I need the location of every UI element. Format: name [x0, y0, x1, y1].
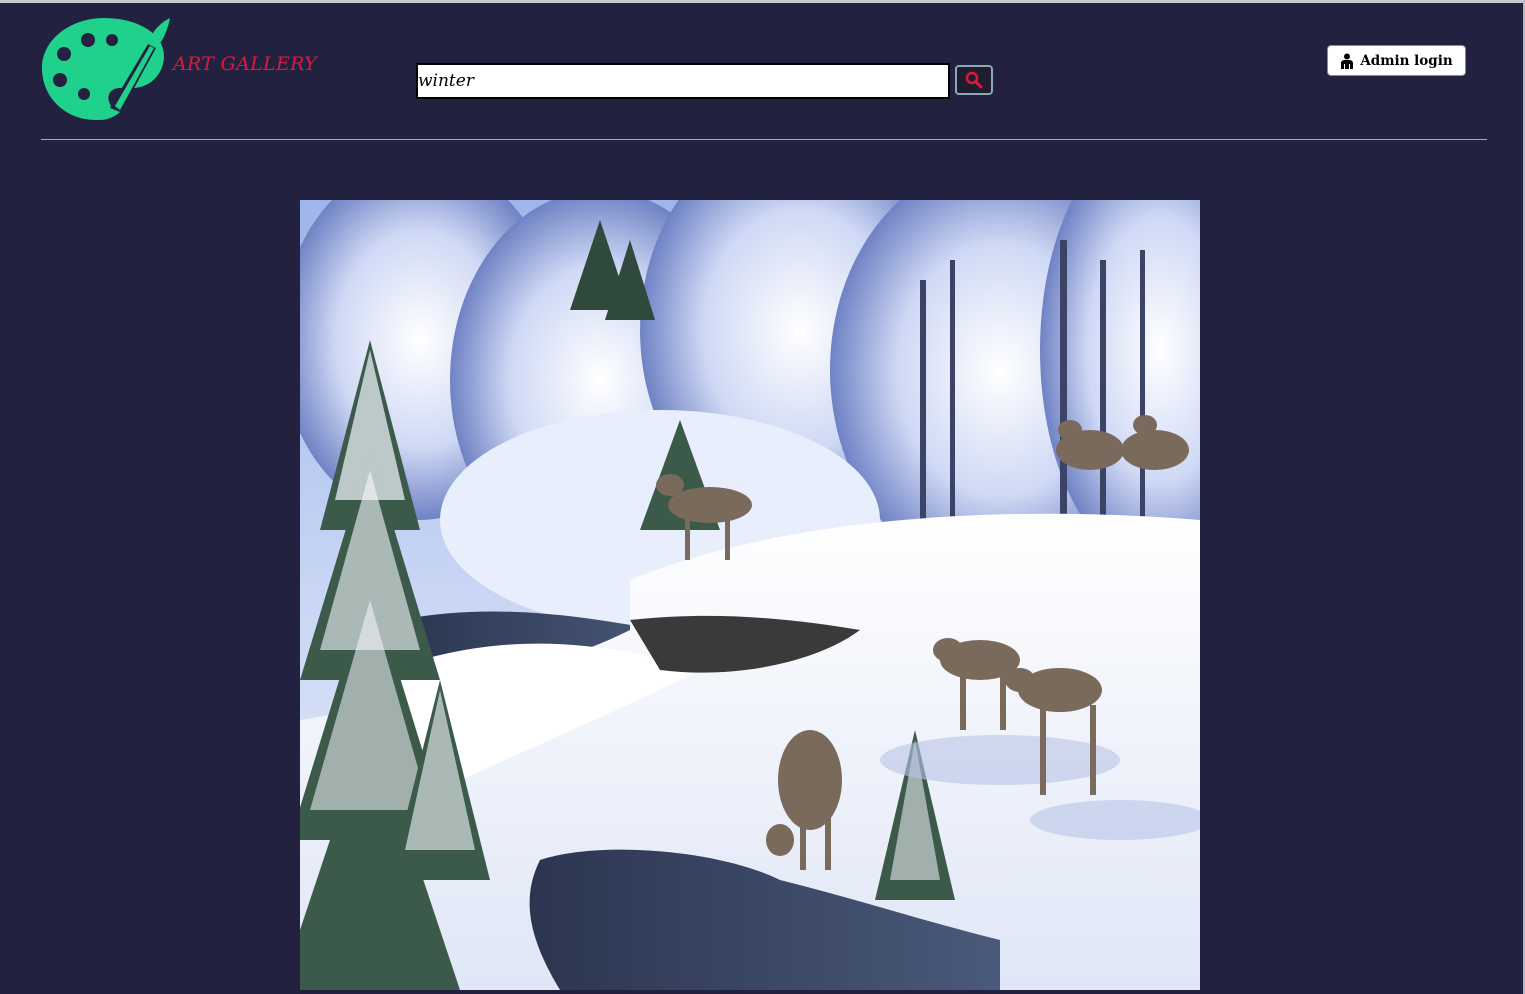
artwork-image[interactable]: [300, 200, 1200, 990]
header-divider: [41, 139, 1487, 140]
logo[interactable]: [40, 16, 172, 122]
search-icon: [965, 71, 983, 89]
brand-title[interactable]: ART GALLERY: [173, 53, 317, 75]
admin-login-label: Admin login: [1360, 52, 1453, 69]
admin-login-button[interactable]: Admin login: [1327, 45, 1466, 76]
search-button[interactable]: [955, 65, 993, 95]
user-icon: [1341, 53, 1354, 69]
winter-wolves-painting: [300, 200, 1200, 990]
palette-brush-icon: [42, 18, 170, 120]
window-top-border: [0, 0, 1525, 3]
search-input[interactable]: [416, 63, 950, 99]
